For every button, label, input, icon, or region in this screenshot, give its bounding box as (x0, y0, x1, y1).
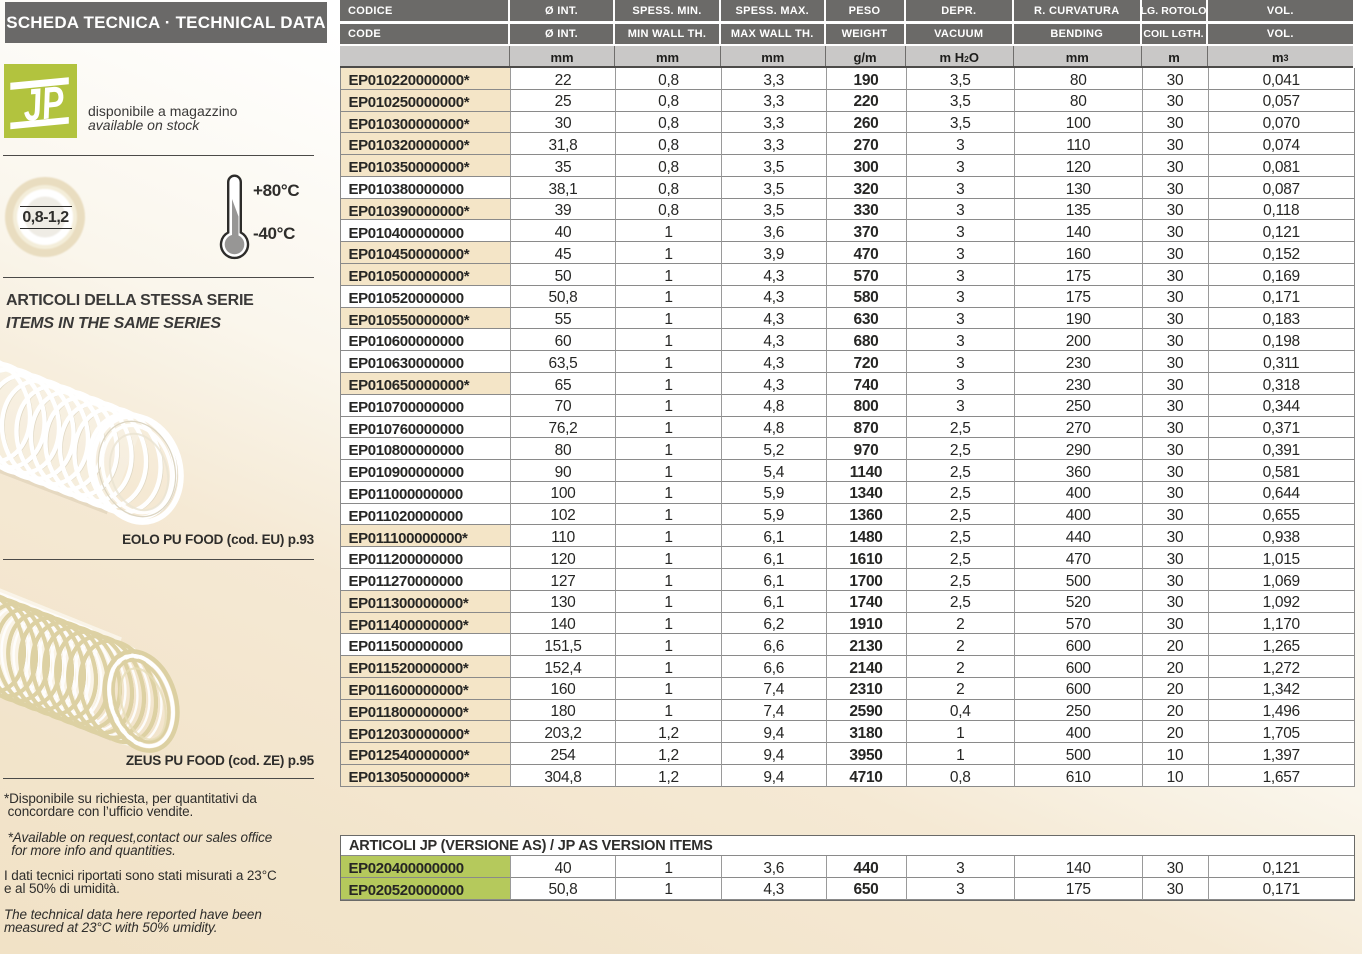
svg-text:JP: JP (20, 76, 67, 131)
